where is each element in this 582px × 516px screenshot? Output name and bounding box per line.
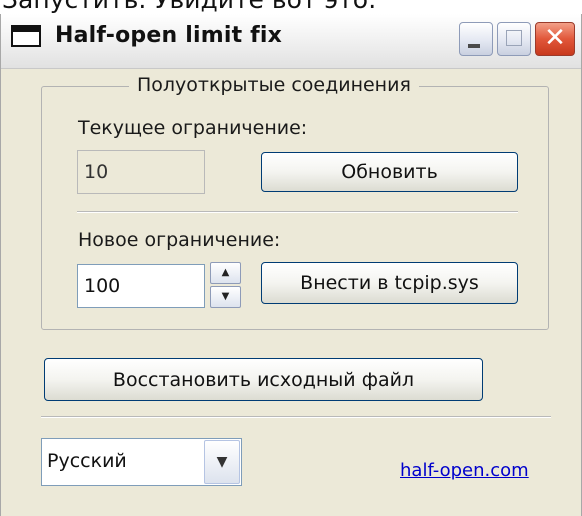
arrow-up-icon[interactable]: ▲: [210, 262, 241, 284]
article-caption: Запустить. Увидите вот это:: [0, 0, 582, 14]
refresh-button[interactable]: Обновить: [261, 152, 518, 192]
chevron-down-icon[interactable]: ▼: [204, 440, 240, 484]
window-title: Half-open limit fix: [55, 23, 283, 48]
current-limit-field: 10: [77, 150, 205, 194]
group-separator: [77, 211, 518, 213]
apply-to-tcpip-button[interactable]: Внести в tcpip.sys: [261, 262, 518, 304]
new-limit-input[interactable]: [77, 264, 205, 308]
restore-original-file-button[interactable]: Восстановить исходный файл: [44, 358, 483, 401]
window-icon: [11, 25, 41, 47]
new-limit-spinner: ▲ ▼: [210, 262, 241, 308]
new-limit-label: Новое ограничение:: [78, 229, 281, 251]
language-selected-value: Русский: [47, 450, 127, 472]
website-link[interactable]: half-open.com: [400, 460, 529, 481]
bottom-separator: [41, 416, 551, 418]
minimize-button[interactable]: [459, 22, 493, 56]
group-legend: Полуоткрытые соединения: [129, 72, 419, 98]
language-select[interactable]: Русский ▼: [41, 438, 242, 486]
close-button[interactable]: ✕: [535, 22, 575, 56]
title-bar[interactable]: Half-open limit fix ✕: [1, 14, 581, 69]
close-icon: ✕: [544, 23, 566, 53]
arrow-down-icon[interactable]: ▼: [210, 286, 241, 308]
maximize-button[interactable]: [497, 22, 531, 56]
current-limit-label: Текущее ограничение:: [78, 117, 308, 139]
